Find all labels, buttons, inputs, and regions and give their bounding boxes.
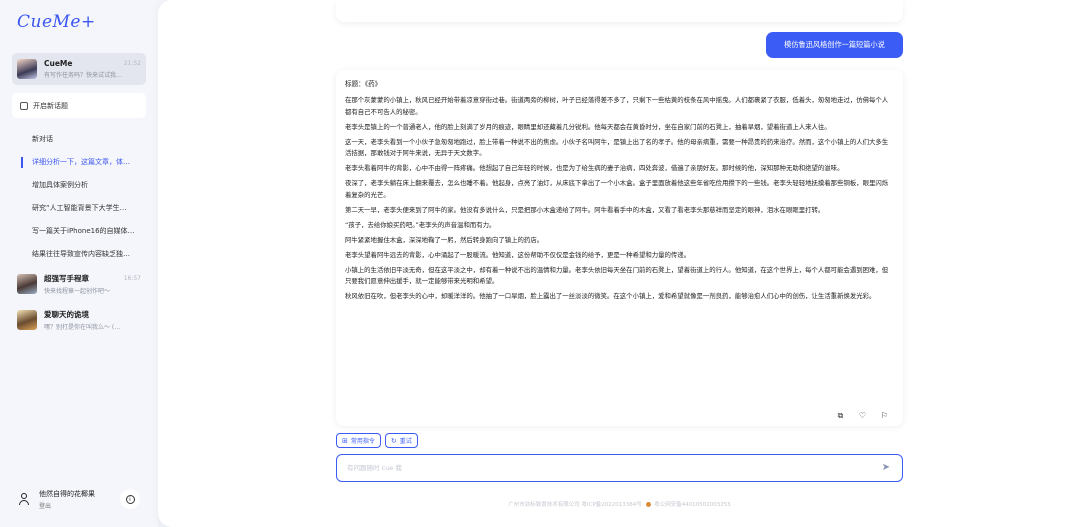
history-item-active[interactable]: 详细分析一下，这篇文章，体… (20, 151, 146, 174)
session-name: 爱聊天的诡境 (44, 310, 89, 319)
answer-paragraph: 老李头看着阿牛的背影，心中不由得一阵疼痛。他想起了自己年轻的时候，也是为了给生病… (345, 164, 844, 172)
footer-police[interactable]: 粤公网安备44010502003255 (654, 502, 731, 508)
user-bar: 他然自得的花椰果 登出 i (18, 488, 140, 510)
info-button[interactable]: i (120, 489, 140, 509)
answer-paragraph: 老李头望着阿牛远去的背影，心中涌起了一股暖流。他知道，这份帮助不仅仅是金钱的给予… (345, 250, 691, 259)
session-name: 超强写手程章 (44, 274, 89, 283)
answer-paragraph: 第二天一早，老李头便来到了阿牛的家。他没有多说什么，只是把那小木盒递给了阿牛。阿… (345, 205, 825, 214)
copy-icon[interactable]: ⧉ (836, 411, 845, 421)
message-input[interactable] (347, 464, 880, 472)
session-preview: 有写作任务吗？快来试试我… (44, 72, 123, 79)
input-toolbar: ⊞ 常用指令 ↻ 重试 (336, 433, 418, 448)
user-icon (18, 493, 30, 505)
footer: 广州市劲标致景技术有限公司 粤ICP备2022013384号 粤公网安备4401… (336, 500, 903, 508)
avatar (17, 59, 37, 79)
history-item[interactable]: 结果往往导致宣传内容缺乏独… (20, 243, 146, 266)
thumbs-up-icon[interactable]: ♡ (858, 411, 867, 421)
answer-paragraph: 阿牛紧紧地握住木盒，深深地鞠了一躬，然后转身跑向了镇上的药店。 (345, 235, 544, 244)
retry-label: 重试 (399, 438, 412, 445)
avatar (17, 310, 37, 330)
police-badge-icon (645, 502, 651, 507)
answer-paragraph: 夜深了，老李头躺在床上翻来覆去，怎么也睡不着。他起身，点亮了油灯，从床底下拿出了… (345, 179, 889, 199)
session-item-chat[interactable]: 爱聊天的诡境 嘿？别打是你在叫我么～ (… (12, 304, 146, 336)
previous-message-card (336, 0, 903, 22)
answer-paragraph: 小镇上的生活依旧平淡无奇，但在这平淡之中，却有着一种说不出的温情和力量。老李头依… (345, 265, 889, 286)
session-time: 21:52 (123, 60, 141, 67)
history-item[interactable]: 新对话 (20, 128, 146, 151)
message-input-box: ➤ (336, 454, 903, 482)
logout-link[interactable]: 登出 (39, 501, 95, 510)
user-name: 他然自得的花椰果 (39, 489, 95, 498)
answer-paragraph: “孩子，去给你娘买药吧。”老李头的声音温和而有力。 (345, 220, 496, 229)
history-list: 新对话 详细分析一下，这篇文章，体… 增加具体案例分析 研究“人工智能背景下大学… (20, 128, 146, 266)
session-preview: 嘿？别打是你在叫我么～ (… (44, 324, 121, 331)
thumbs-down-icon[interactable]: ⚐ (880, 411, 889, 421)
answer-actions: ⧉ ♡ ⚐ (836, 411, 889, 421)
session-item-cueme[interactable]: CueMe 21:52 有写作任务吗？快来试试我… (12, 53, 146, 85)
chat-panel: 模仿鲁迅风格创作一篇短篇小说 标题：《药》 在那个灰蒙蒙的小镇上，秋风已经开始带… (158, 0, 1080, 527)
session-preview: 快来找程章一起创作吧～ (44, 288, 111, 295)
footer-icp[interactable]: 广州市劲标致景技术有限公司 粤ICP备2022013384号 (508, 502, 642, 508)
common-commands-label: 常用指令 (350, 438, 375, 445)
user-message-bubble: 模仿鲁迅风格创作一篇短篇小说 (766, 32, 903, 58)
answer-paragraph: 老李头是镇上的一个普通老人，他的脸上刻满了岁月的痕迹，眼睛里却还藏着几分锐利。他… (345, 122, 831, 131)
answer-paragraph: 秋风依旧在吹，但老李头的心中，却暖洋洋的。他抽了一口旱烟，脸上露出了一丝淡淡的微… (345, 292, 876, 300)
refresh-icon: ↻ (390, 436, 397, 445)
session-item-writer[interactable]: 超强写手程章 16:57 快来找程章一起创作吧～ (12, 268, 146, 300)
new-chat-label: 开启新话题 (33, 101, 68, 110)
session-time: 16:57 (123, 275, 141, 282)
common-commands-button[interactable]: ⊞ 常用指令 (336, 433, 381, 448)
app-logo[interactable]: CueMe+ (17, 12, 96, 32)
history-item[interactable]: 增加具体案例分析 (20, 174, 146, 197)
send-icon[interactable]: ➤ (880, 462, 892, 474)
answer-paragraph: 在那个灰蒙蒙的小镇上，秋风已经开始带着凉意穿街过巷。街道两旁的柳树，叶子已经落得… (345, 96, 889, 116)
answer-title: 标题：《药》 (345, 80, 382, 88)
commands-icon: ⊞ (342, 436, 348, 445)
chat-bubble-icon (20, 101, 28, 110)
retry-button[interactable]: ↻ 重试 (384, 433, 418, 448)
new-chat-button[interactable]: 开启新话题 (12, 93, 146, 118)
history-item[interactable]: 写一篇关于iPhone16的自媒体… (20, 220, 146, 243)
answer-paragraph: 这一天，老李头看到一个小伙子急匆匆地跑过，脸上带着一种说不出的焦虑。小伙子名叫阿… (345, 137, 889, 158)
session-name: CueMe (44, 59, 73, 68)
sidebar: CueMe+ CueMe 21:52 有写作任务吗？快来试试我… 开启新话题 新… (0, 0, 158, 527)
info-icon: i (125, 494, 135, 504)
assistant-answer-card: 标题：《药》 在那个灰蒙蒙的小镇上，秋风已经开始带着凉意穿街过巷。街道两旁的柳树… (336, 70, 903, 426)
avatar (17, 274, 37, 294)
history-item[interactable]: 研究“人工智能背景下大学生… (20, 197, 146, 220)
